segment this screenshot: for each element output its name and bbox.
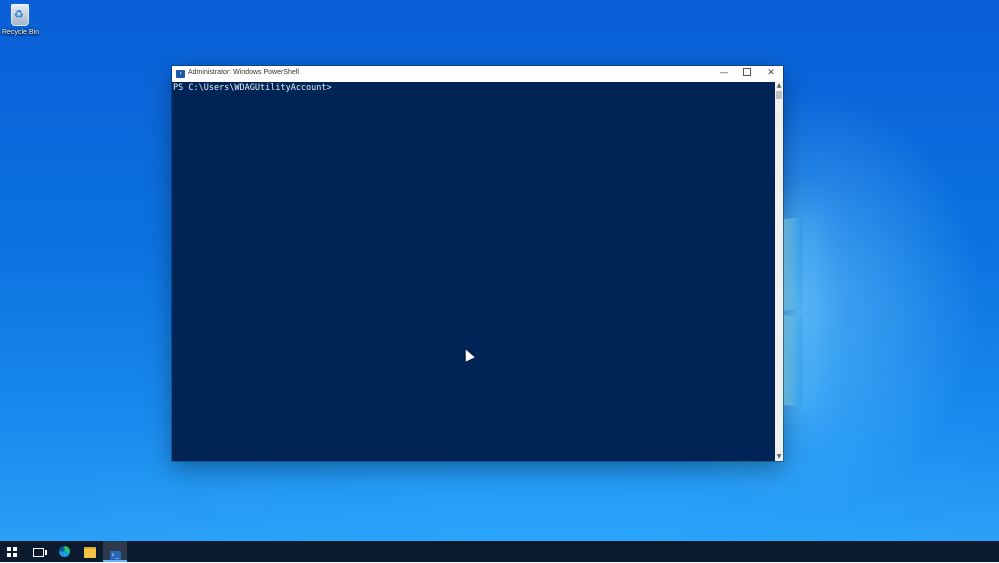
taskbar: ›_	[0, 541, 999, 562]
recycle-bin-label: Recycle Bin	[2, 29, 39, 36]
windows-logo-wallpaper-top	[784, 217, 802, 311]
windows-logo-wallpaper-bottom	[784, 315, 802, 407]
task-view-button[interactable]	[26, 541, 50, 562]
windows-start-icon	[7, 547, 17, 557]
close-button[interactable]: ✕	[759, 66, 783, 82]
scroll-up-button[interactable]: ▲	[775, 82, 783, 90]
scroll-thumb[interactable]	[776, 91, 782, 99]
edge-taskbar-button[interactable]	[52, 541, 76, 562]
powershell-icon: ›	[176, 70, 185, 78]
recycle-bin-shortcut[interactable]: Recycle Bin	[2, 4, 39, 36]
minimize-icon: —	[719, 68, 729, 78]
powershell-window[interactable]: › Administrator: Windows PowerShell — ✕ …	[172, 66, 783, 461]
powershell-taskbar-button[interactable]: ›_	[103, 541, 127, 562]
desktop: Recycle Bin › Administrator: Windows Pow…	[0, 0, 999, 541]
folder-icon	[84, 547, 96, 558]
file-explorer-taskbar-button[interactable]	[78, 541, 102, 562]
start-button[interactable]	[0, 541, 24, 562]
console-prompt: PS C:\Users\WDAGUtilityAccount>	[173, 83, 332, 93]
console-area[interactable]: PS C:\Users\WDAGUtilityAccount>	[172, 82, 775, 461]
close-icon: ✕	[767, 68, 775, 78]
vertical-scrollbar[interactable]: ▲ ▼	[775, 82, 783, 461]
window-title: Administrator: Windows PowerShell	[188, 69, 299, 76]
powershell-icon: ›_	[109, 551, 121, 560]
minimize-button[interactable]: —	[712, 66, 736, 82]
window-titlebar[interactable]: › Administrator: Windows PowerShell — ✕	[172, 66, 783, 82]
scroll-down-button[interactable]: ▼	[775, 453, 783, 461]
maximize-icon	[743, 67, 751, 76]
edge-browser-icon	[58, 546, 70, 557]
task-view-icon	[32, 548, 47, 557]
maximize-button[interactable]	[735, 66, 759, 82]
recycle-bin-icon	[11, 4, 29, 26]
